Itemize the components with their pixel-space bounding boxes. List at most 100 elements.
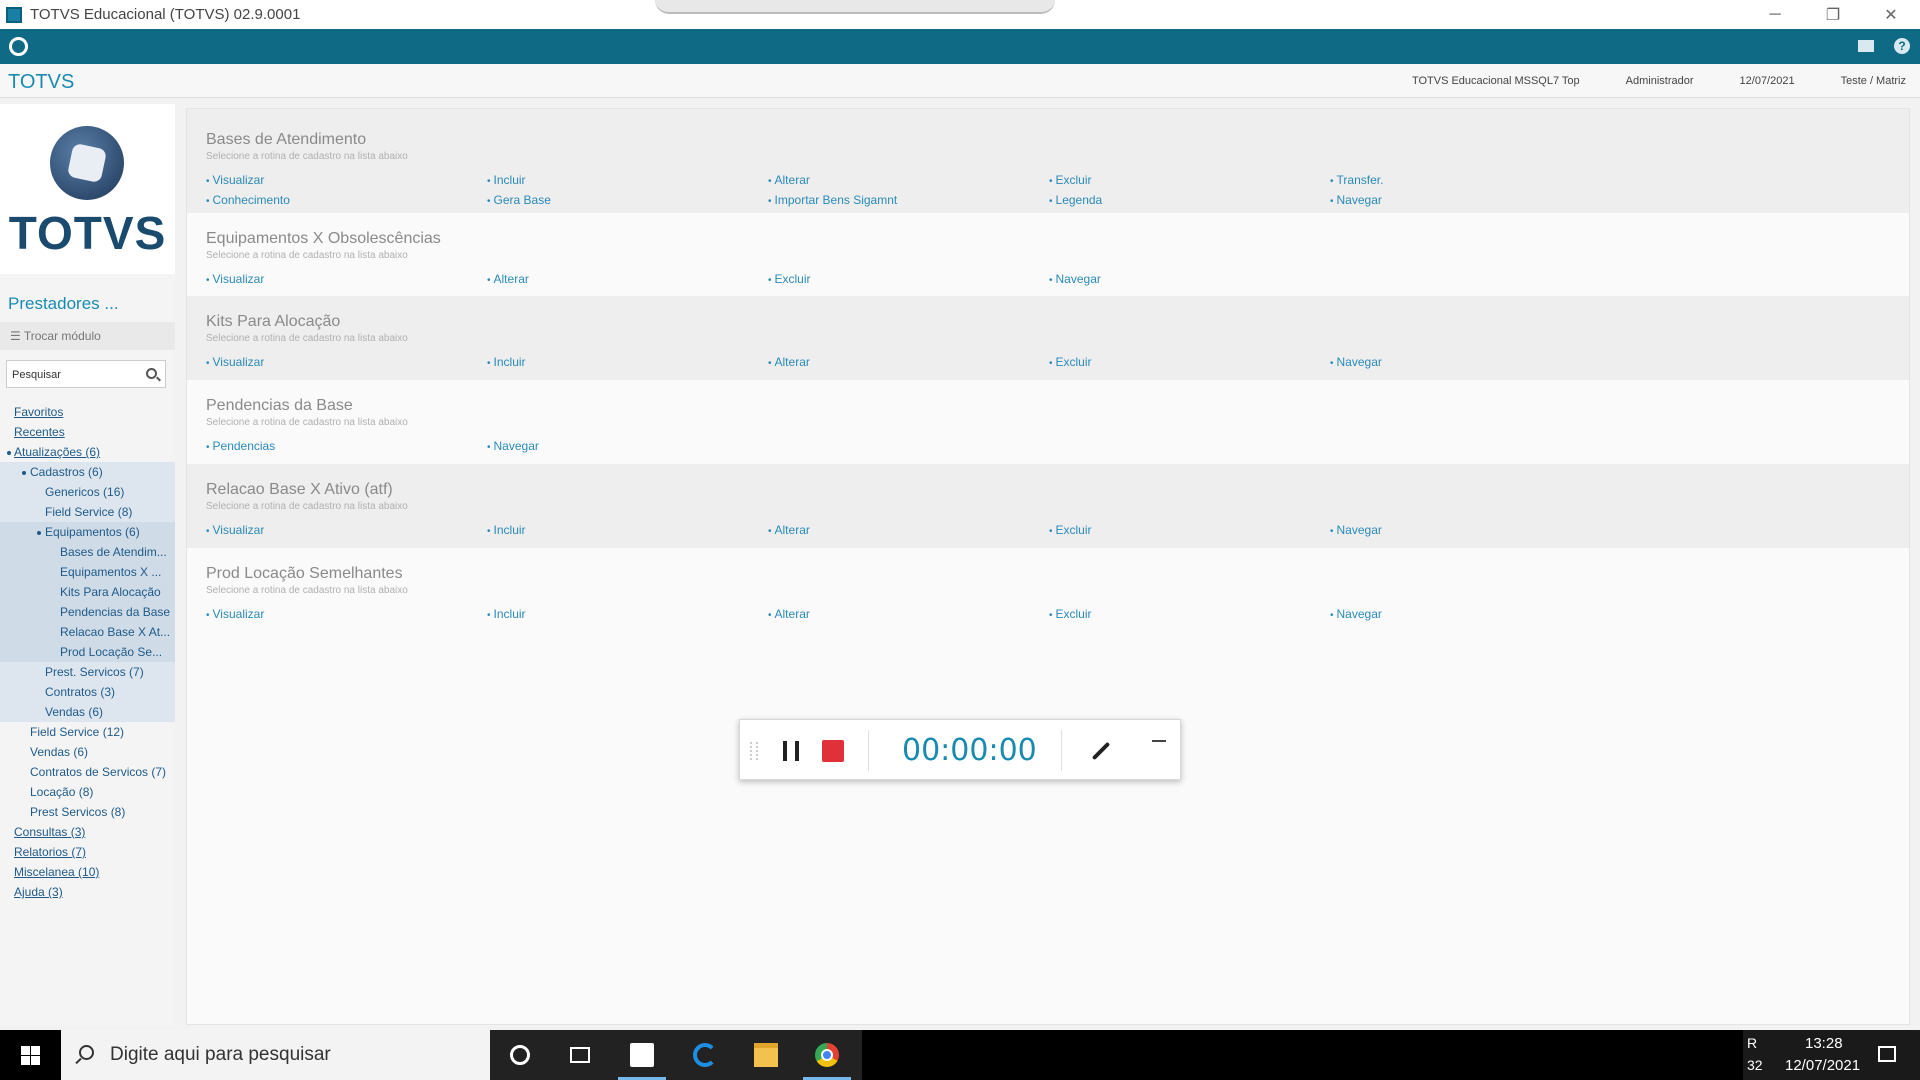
tree-item[interactable]: Relatorios (7) bbox=[0, 842, 175, 862]
pen-icon[interactable] bbox=[1091, 741, 1111, 761]
tree-item[interactable]: Locação (8) bbox=[0, 782, 175, 802]
tree-item[interactable]: Bases de Atendim... bbox=[0, 542, 175, 562]
routine-link[interactable]: Transfer. bbox=[1330, 173, 1384, 187]
tree-item[interactable]: Recentes bbox=[0, 422, 175, 442]
tree-item-label: Atualizações (6) bbox=[14, 445, 101, 459]
environment-label[interactable]: TOTVS Educacional MSSQL7 Top bbox=[1412, 75, 1580, 87]
edge-icon[interactable] bbox=[693, 1043, 717, 1067]
screen-recorder-widget: 00:00:00 bbox=[739, 719, 1181, 780]
routine-link[interactable]: Incluir bbox=[487, 523, 526, 537]
routine-link[interactable]: Navegar bbox=[1049, 272, 1101, 286]
routine-link[interactable]: Navegar bbox=[1330, 523, 1382, 537]
search-icon[interactable] bbox=[146, 368, 157, 379]
tree-item[interactable]: Field Service (12) bbox=[0, 722, 175, 742]
routine-link[interactable]: Incluir bbox=[487, 173, 526, 187]
tree-item[interactable]: Miscelanea (10) bbox=[0, 862, 175, 882]
minimize-button[interactable]: ─ bbox=[1746, 0, 1804, 29]
tree-item-label: Miscelanea (10) bbox=[14, 865, 100, 879]
routine-section: Pendencias da Base Selecione a rotina de … bbox=[187, 380, 1909, 464]
routine-link[interactable]: Excluir bbox=[768, 272, 811, 286]
tree-item[interactable]: Ajuda (3) bbox=[0, 882, 175, 902]
routine-link[interactable]: Incluir bbox=[487, 355, 526, 369]
sidebar: TOTVS Prestadores ... ☰ Trocar módulo Pe… bbox=[0, 104, 175, 1025]
routine-link[interactable]: Excluir bbox=[1049, 173, 1092, 187]
mail-icon[interactable] bbox=[1858, 40, 1874, 52]
routine-link[interactable]: Navegar bbox=[1330, 193, 1382, 207]
tree-item[interactable]: Equipamentos X ... bbox=[0, 562, 175, 582]
tree-item[interactable]: Genericos (16) bbox=[0, 482, 175, 502]
tree-item[interactable]: Consultas (3) bbox=[0, 822, 175, 842]
tree-item[interactable]: Kits Para Alocação bbox=[0, 582, 175, 602]
tree-item-label: Equipamentos (6) bbox=[45, 525, 140, 539]
date-label[interactable]: 12/07/2021 bbox=[1740, 75, 1795, 87]
routine-link[interactable]: Visualizar bbox=[206, 272, 265, 286]
section-subtitle: Selecione a rotina de cadastro na lista … bbox=[206, 585, 408, 596]
tree-item-label: Field Service (8) bbox=[45, 505, 133, 519]
switch-module-button[interactable]: ☰ Trocar módulo bbox=[0, 322, 175, 350]
user-label[interactable]: Administrador bbox=[1626, 75, 1694, 87]
expand-bullet-icon[interactable] bbox=[22, 471, 26, 475]
tree-item[interactable]: Prod Locação Se... bbox=[0, 642, 175, 662]
tree-item[interactable]: Contratos de Servicos (7) bbox=[0, 762, 175, 782]
drag-grip-icon[interactable] bbox=[750, 742, 758, 760]
store-icon[interactable] bbox=[618, 1043, 666, 1080]
routine-link[interactable]: Excluir bbox=[1049, 355, 1092, 369]
task-view-icon[interactable] bbox=[570, 1047, 590, 1063]
tree-item[interactable]: Prest. Servicos (7) bbox=[0, 662, 175, 682]
restore-button[interactable]: ❐ bbox=[1804, 0, 1862, 29]
routine-link[interactable]: Incluir bbox=[487, 607, 526, 621]
routine-link[interactable]: Gera Base bbox=[487, 193, 551, 207]
routine-section: Prod Locação Semelhantes Selecione a roti… bbox=[187, 548, 1909, 632]
notification-icon[interactable] bbox=[1878, 1046, 1896, 1062]
tree-item[interactable]: Favoritos bbox=[0, 402, 175, 422]
routine-link[interactable]: Conhecimento bbox=[206, 193, 290, 207]
search-input[interactable]: Pesquisar bbox=[6, 360, 166, 388]
taskbar-search-input[interactable]: Digite aqui para pesquisar bbox=[61, 1030, 490, 1080]
routine-link[interactable]: Importar Bens Sigamnt bbox=[768, 193, 898, 207]
routine-link[interactable]: Excluir bbox=[1049, 523, 1092, 537]
tree-item[interactable]: Pendencias da Base bbox=[0, 602, 175, 622]
totvs-mini-logo-icon[interactable] bbox=[9, 37, 28, 56]
clock-date[interactable]: 12/07/2021 bbox=[1785, 1057, 1860, 1074]
chrome-icon[interactable] bbox=[803, 1043, 851, 1080]
tree-item[interactable]: Vendas (6) bbox=[0, 742, 175, 762]
routine-link[interactable]: Excluir bbox=[1049, 607, 1092, 621]
routine-link[interactable]: Navegar bbox=[1330, 607, 1382, 621]
expand-bullet-icon[interactable] bbox=[7, 451, 11, 455]
routine-link[interactable]: Legenda bbox=[1049, 193, 1103, 207]
tree-item[interactable]: Vendas (6) bbox=[0, 702, 175, 722]
file-explorer-icon[interactable] bbox=[754, 1043, 778, 1067]
cortana-icon[interactable] bbox=[510, 1045, 530, 1065]
tree-item[interactable]: Atualizações (6) bbox=[0, 442, 175, 462]
branch-label[interactable]: Teste / Matriz bbox=[1841, 75, 1906, 87]
stop-icon[interactable] bbox=[822, 740, 844, 762]
tree-item[interactable]: Cadastros (6) bbox=[0, 462, 175, 482]
windows-start-icon[interactable] bbox=[21, 1046, 40, 1065]
routine-link[interactable]: Visualizar bbox=[206, 355, 265, 369]
routine-link[interactable]: Alterar bbox=[768, 173, 810, 187]
tree-item-label: Bases de Atendim... bbox=[60, 545, 167, 559]
routine-link[interactable]: Alterar bbox=[768, 523, 810, 537]
routine-link[interactable]: Visualizar bbox=[206, 607, 265, 621]
routine-link[interactable]: Visualizar bbox=[206, 523, 265, 537]
routine-link[interactable]: Alterar bbox=[768, 355, 810, 369]
tree-item[interactable]: Contratos (3) bbox=[0, 682, 175, 702]
minimize-icon[interactable] bbox=[1152, 740, 1166, 742]
close-button[interactable]: ✕ bbox=[1862, 0, 1920, 29]
screen-recorder-drag-handle[interactable] bbox=[655, 0, 1055, 14]
routine-link[interactable]: Alterar bbox=[768, 607, 810, 621]
tree-item[interactable]: Relacao Base X At... bbox=[0, 622, 175, 642]
routine-link[interactable]: Pendencias bbox=[206, 439, 276, 453]
tree-item[interactable]: Equipamentos (6) bbox=[0, 522, 175, 542]
tree-item[interactable]: Field Service (8) bbox=[0, 502, 175, 522]
clock-time[interactable]: 13:28 bbox=[1805, 1035, 1843, 1052]
help-icon[interactable]: ? bbox=[1894, 38, 1910, 54]
routine-link[interactable]: Navegar bbox=[487, 439, 539, 453]
routine-link[interactable]: Navegar bbox=[1330, 355, 1382, 369]
routine-link[interactable]: Alterar bbox=[487, 272, 529, 286]
expand-bullet-icon[interactable] bbox=[37, 531, 41, 535]
module-title[interactable]: Prestadores ... bbox=[8, 294, 119, 314]
pause-icon[interactable] bbox=[783, 741, 799, 761]
tree-item[interactable]: Prest Servicos (8) bbox=[0, 802, 175, 822]
routine-link[interactable]: Visualizar bbox=[206, 173, 265, 187]
